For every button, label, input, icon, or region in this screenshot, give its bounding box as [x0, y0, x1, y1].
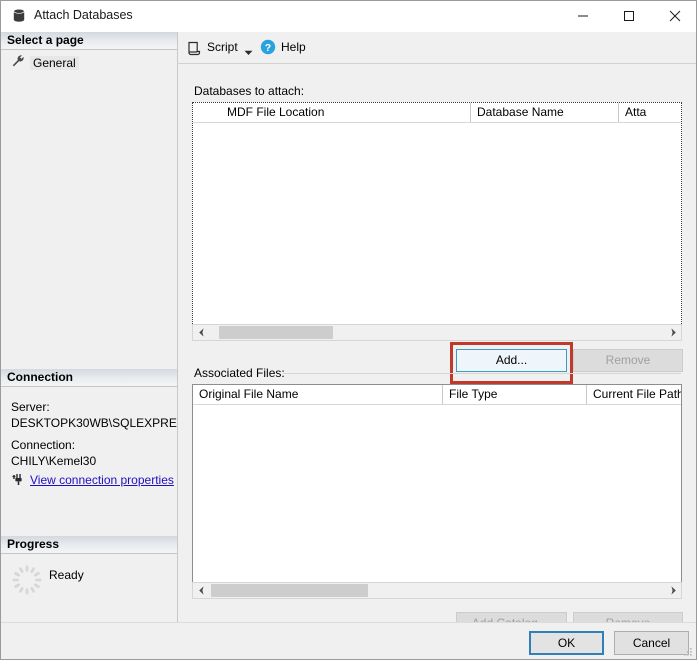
databases-to-attach-label: Databases to attach:: [194, 84, 309, 98]
left-navigation-panel: Select a page General Connection Server:…: [1, 32, 178, 622]
chevron-down-icon[interactable]: [244, 45, 253, 55]
main-content: Script ? Help Databases to attach: MDF F…: [178, 32, 696, 635]
svg-text:?: ?: [265, 42, 271, 54]
column-mdf-file-location[interactable]: MDF File Location: [221, 103, 471, 122]
select-a-page-title: Select a page: [7, 33, 84, 47]
help-circle-icon[interactable]: ?: [260, 39, 276, 55]
dialog-footer: OK Cancel: [1, 622, 696, 659]
add-button[interactable]: Add...: [456, 349, 567, 372]
connection-value: CHILY\Kemel30: [11, 454, 97, 468]
progress-status: Ready: [49, 568, 84, 582]
sidebar-item-general[interactable]: General: [11, 54, 83, 71]
sidebar-item-general-label: General: [30, 55, 79, 70]
view-connection-properties-link[interactable]: View connection properties: [30, 473, 174, 487]
associated-files-grid-header: Original File Name File Type Current Fil…: [193, 385, 681, 405]
scroll-left-arrow-icon[interactable]: [193, 583, 209, 598]
scrollbar-thumb[interactable]: [219, 326, 333, 339]
column-attach-as[interactable]: Atta: [619, 103, 681, 122]
script-button-label[interactable]: Script: [207, 40, 238, 54]
databases-grid-body[interactable]: [193, 123, 681, 324]
dialog-toolbar: Script ? Help: [178, 32, 696, 64]
connection-plug-icon: [11, 473, 27, 487]
help-button-label[interactable]: Help: [281, 40, 306, 54]
connection-header: Connection: [1, 369, 177, 387]
remove-database-button: Remove: [573, 349, 683, 372]
associated-files-grid-body[interactable]: [193, 405, 681, 582]
server-value: DESKTOPK30WB\SQLEXPRESS: [11, 416, 178, 430]
minimize-button[interactable]: [560, 1, 606, 31]
cancel-button[interactable]: Cancel: [614, 631, 689, 655]
scroll-left-arrow-icon[interactable]: [193, 325, 209, 340]
connection-title: Connection: [7, 370, 73, 384]
scroll-right-arrow-icon[interactable]: [665, 325, 681, 340]
associated-files-grid[interactable]: Original File Name File Type Current Fil…: [192, 384, 682, 582]
spinner-icon: [11, 564, 43, 596]
attach-databases-dialog: Attach Databases Select a page General C…: [0, 0, 697, 660]
script-icon: [186, 40, 202, 56]
title-bar: Attach Databases: [1, 1, 696, 33]
window-title: Attach Databases: [34, 8, 133, 22]
scroll-right-arrow-icon[interactable]: [665, 583, 681, 598]
connection-label: Connection:: [11, 438, 76, 452]
scrollbar-thumb[interactable]: [211, 584, 368, 597]
associated-files-divider: [283, 373, 681, 374]
wrench-icon: [11, 54, 25, 71]
column-database-name[interactable]: Database Name: [471, 103, 619, 122]
resize-grip-icon[interactable]: [681, 646, 693, 658]
server-label: Server:: [11, 400, 50, 414]
maximize-button[interactable]: [606, 1, 652, 31]
column-original-file-name[interactable]: Original File Name: [193, 385, 443, 404]
ok-button[interactable]: OK: [529, 631, 604, 655]
databases-to-attach-grid[interactable]: MDF File Location Database Name Atta: [192, 102, 682, 324]
databases-grid-hscrollbar[interactable]: [192, 324, 682, 341]
databases-grid-header: MDF File Location Database Name Atta: [193, 103, 681, 123]
column-file-type[interactable]: File Type: [443, 385, 587, 404]
column-current-file-path[interactable]: Current File Path: [587, 385, 681, 404]
progress-header: Progress: [1, 536, 177, 554]
progress-title: Progress: [7, 537, 60, 551]
close-button[interactable]: [652, 1, 696, 31]
associated-files-label: Associated Files:: [194, 366, 289, 380]
select-a-page-header: Select a page: [1, 32, 177, 50]
associated-files-hscrollbar[interactable]: [192, 582, 682, 599]
grid-corner-cell: [193, 103, 222, 122]
database-icon: [11, 8, 27, 24]
